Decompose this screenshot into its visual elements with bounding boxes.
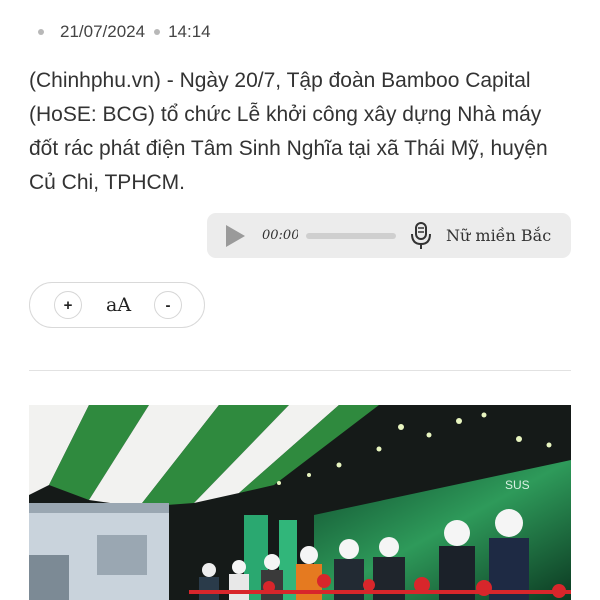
font-size-label: aA — [106, 294, 132, 316]
meta-dot — [154, 29, 161, 35]
font-size-control: + aA - — [29, 282, 205, 328]
audio-current-time: 00:00 — [262, 228, 298, 243]
article-lead: (Chinhphu.vn) - Ngày 20/7, Tập đoàn Bamb… — [29, 69, 548, 194]
divider — [29, 370, 571, 371]
article-time: 14:14 — [168, 22, 211, 41]
article-date: 21/07/2024 — [60, 22, 146, 41]
decrease-font-button[interactable]: - — [154, 291, 182, 319]
article-meta: 21/07/2024 14:14 — [38, 22, 211, 42]
play-icon[interactable] — [223, 223, 249, 249]
meta-dot — [38, 29, 44, 35]
photo-logo-text: SUS — [505, 478, 530, 492]
microphone-icon[interactable] — [408, 221, 434, 251]
audio-progress-track[interactable] — [306, 232, 396, 239]
audio-player: 00:00 Nữ miền Bắc — [207, 213, 571, 258]
increase-font-button[interactable]: + — [54, 291, 82, 319]
article-photo[interactable]: SUS — [29, 405, 571, 600]
voice-select[interactable]: Nữ miền Bắc — [446, 226, 551, 245]
